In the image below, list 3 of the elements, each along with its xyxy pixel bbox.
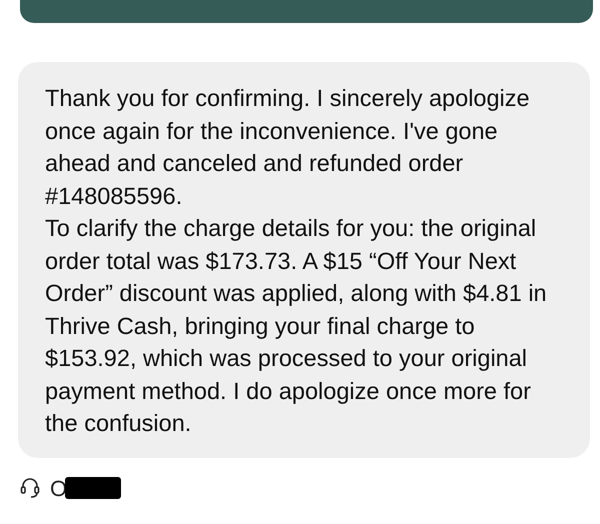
headset-icon [20,477,40,499]
message-text: To clarify the charge details for you: the original order total was $173.73. A $15 “Off Your Next Order” discount was applied, along with $4.81 in Thrive Cash, bringing your final charge to $153.92, which was processed to your original payment method. I do apologize once more for the confusion. [45,214,548,438]
message-text: Thank you for confirming. I sincerely apologize once again for the inconvenience. I've gone ahead and canceled and refunded order #148085596. [45,84,531,210]
